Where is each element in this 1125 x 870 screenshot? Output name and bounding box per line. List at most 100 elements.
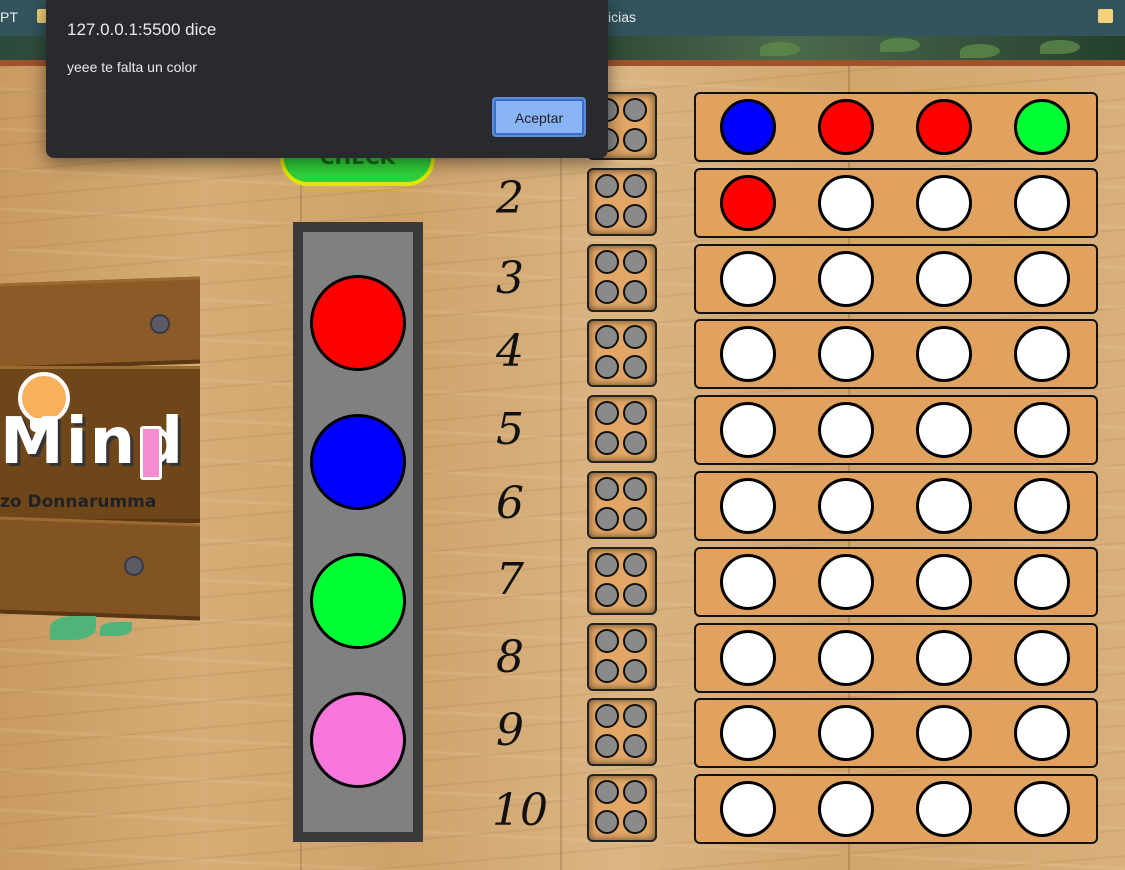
palette-color-green[interactable] bbox=[310, 553, 406, 649]
hint-peg bbox=[623, 401, 647, 425]
guess-slot[interactable] bbox=[818, 478, 874, 534]
guess-slot[interactable] bbox=[818, 705, 874, 761]
logo-pink-block bbox=[140, 426, 162, 480]
guess-slot[interactable] bbox=[916, 478, 972, 534]
guess-slot[interactable] bbox=[1014, 251, 1070, 307]
bookmark-label[interactable]: icias bbox=[608, 9, 636, 25]
guess-slot[interactable] bbox=[818, 326, 874, 382]
guess-slot[interactable] bbox=[916, 554, 972, 610]
guess-slot[interactable] bbox=[1014, 478, 1070, 534]
row-number: 9 bbox=[496, 705, 524, 756]
hint-peg bbox=[595, 734, 619, 758]
guess-slot[interactable] bbox=[1014, 326, 1070, 382]
guess-slot[interactable] bbox=[1014, 554, 1070, 610]
hint-box bbox=[587, 395, 657, 463]
hint-peg bbox=[595, 250, 619, 274]
guess-row bbox=[694, 92, 1098, 162]
guess-slot[interactable] bbox=[916, 705, 972, 761]
logo-sign: Mind zo Donnarumma bbox=[0, 276, 200, 640]
guess-slot[interactable] bbox=[1014, 175, 1070, 231]
hint-box bbox=[587, 244, 657, 312]
guess-slot[interactable] bbox=[720, 781, 776, 837]
guess-slot[interactable] bbox=[916, 402, 972, 458]
guess-slot[interactable] bbox=[720, 326, 776, 382]
hint-peg bbox=[623, 734, 647, 758]
guess-slot[interactable] bbox=[916, 630, 972, 686]
guess-slot[interactable] bbox=[720, 175, 776, 231]
row-number: 7 bbox=[496, 554, 524, 605]
guess-slot[interactable] bbox=[720, 554, 776, 610]
hint-peg bbox=[623, 629, 647, 653]
accept-button[interactable]: Aceptar bbox=[492, 97, 586, 137]
row-number: 6 bbox=[496, 478, 524, 529]
hint-peg bbox=[595, 174, 619, 198]
leaf-icon bbox=[50, 616, 96, 640]
hint-peg bbox=[623, 507, 647, 531]
row-number: 3 bbox=[496, 253, 524, 304]
guess-slot[interactable] bbox=[720, 630, 776, 686]
hint-peg bbox=[595, 477, 619, 501]
hint-peg bbox=[623, 704, 647, 728]
leaf-icon bbox=[100, 622, 132, 636]
hint-peg bbox=[623, 810, 647, 834]
hint-box bbox=[587, 698, 657, 766]
hint-peg bbox=[623, 659, 647, 683]
guess-slot[interactable] bbox=[818, 402, 874, 458]
hint-peg bbox=[623, 204, 647, 228]
guess-slot[interactable] bbox=[720, 251, 776, 307]
guess-slot[interactable] bbox=[916, 251, 972, 307]
hint-peg bbox=[623, 583, 647, 607]
hint-box bbox=[587, 547, 657, 615]
hint-peg bbox=[595, 659, 619, 683]
guess-slot[interactable] bbox=[818, 781, 874, 837]
alert-dialog: 127.0.0.1:5500 dice yeee te falta un col… bbox=[46, 0, 608, 158]
guess-slot[interactable] bbox=[916, 99, 972, 155]
guess-slot[interactable] bbox=[720, 705, 776, 761]
hint-peg bbox=[595, 325, 619, 349]
guess-slot[interactable] bbox=[1014, 630, 1070, 686]
guess-slot[interactable] bbox=[1014, 99, 1070, 155]
guess-row bbox=[694, 623, 1098, 693]
hint-peg bbox=[623, 250, 647, 274]
guess-row bbox=[694, 319, 1098, 389]
logo-subtitle: zo Donnarumma bbox=[0, 492, 157, 512]
guess-slot[interactable] bbox=[1014, 402, 1070, 458]
hint-box bbox=[587, 623, 657, 691]
hint-peg bbox=[595, 431, 619, 455]
row-number: 10 bbox=[492, 785, 548, 836]
guess-slot[interactable] bbox=[916, 326, 972, 382]
bookmark-label[interactable]: PT bbox=[0, 9, 18, 25]
guess-row bbox=[694, 395, 1098, 465]
guess-row bbox=[694, 244, 1098, 314]
guess-row bbox=[694, 471, 1098, 541]
guess-slot[interactable] bbox=[720, 478, 776, 534]
hint-peg bbox=[595, 704, 619, 728]
guess-slot[interactable] bbox=[720, 402, 776, 458]
guess-slot[interactable] bbox=[818, 99, 874, 155]
guess-row bbox=[694, 774, 1098, 844]
hint-peg bbox=[623, 98, 647, 122]
palette-color-pink[interactable] bbox=[310, 692, 406, 788]
hint-peg bbox=[595, 629, 619, 653]
hint-peg bbox=[595, 355, 619, 379]
guess-row bbox=[694, 168, 1098, 238]
guess-slot[interactable] bbox=[818, 554, 874, 610]
guess-slot[interactable] bbox=[1014, 781, 1070, 837]
nail-icon bbox=[124, 556, 144, 576]
palette-color-red[interactable] bbox=[310, 275, 406, 371]
guess-slot[interactable] bbox=[916, 175, 972, 231]
alert-title: 127.0.0.1:5500 dice bbox=[67, 20, 217, 39]
color-palette bbox=[293, 222, 423, 842]
guess-slot[interactable] bbox=[1014, 705, 1070, 761]
hint-box bbox=[587, 319, 657, 387]
guess-slot[interactable] bbox=[818, 630, 874, 686]
palette-color-blue[interactable] bbox=[310, 414, 406, 510]
hint-peg bbox=[623, 477, 647, 501]
guess-slot[interactable] bbox=[818, 175, 874, 231]
hint-peg bbox=[623, 325, 647, 349]
folder-icon[interactable] bbox=[1098, 9, 1113, 23]
guess-slot[interactable] bbox=[916, 781, 972, 837]
guess-slot[interactable] bbox=[720, 99, 776, 155]
guess-slot[interactable] bbox=[818, 251, 874, 307]
hint-box bbox=[587, 471, 657, 539]
